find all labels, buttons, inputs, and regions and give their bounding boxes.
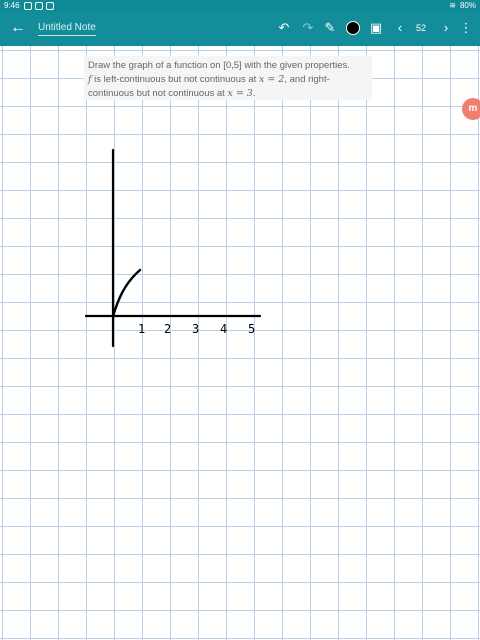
tick-label-4: 4 bbox=[220, 322, 227, 336]
tick-label-2: 2 bbox=[164, 322, 171, 336]
tick-label-1: 1 bbox=[138, 322, 145, 336]
handwritten-graph: 1 2 3 4 5 bbox=[84, 148, 262, 348]
tick-label-5: 5 bbox=[248, 322, 255, 336]
tick-label-3: 3 bbox=[192, 322, 199, 336]
curve-stroke bbox=[111, 268, 142, 318]
